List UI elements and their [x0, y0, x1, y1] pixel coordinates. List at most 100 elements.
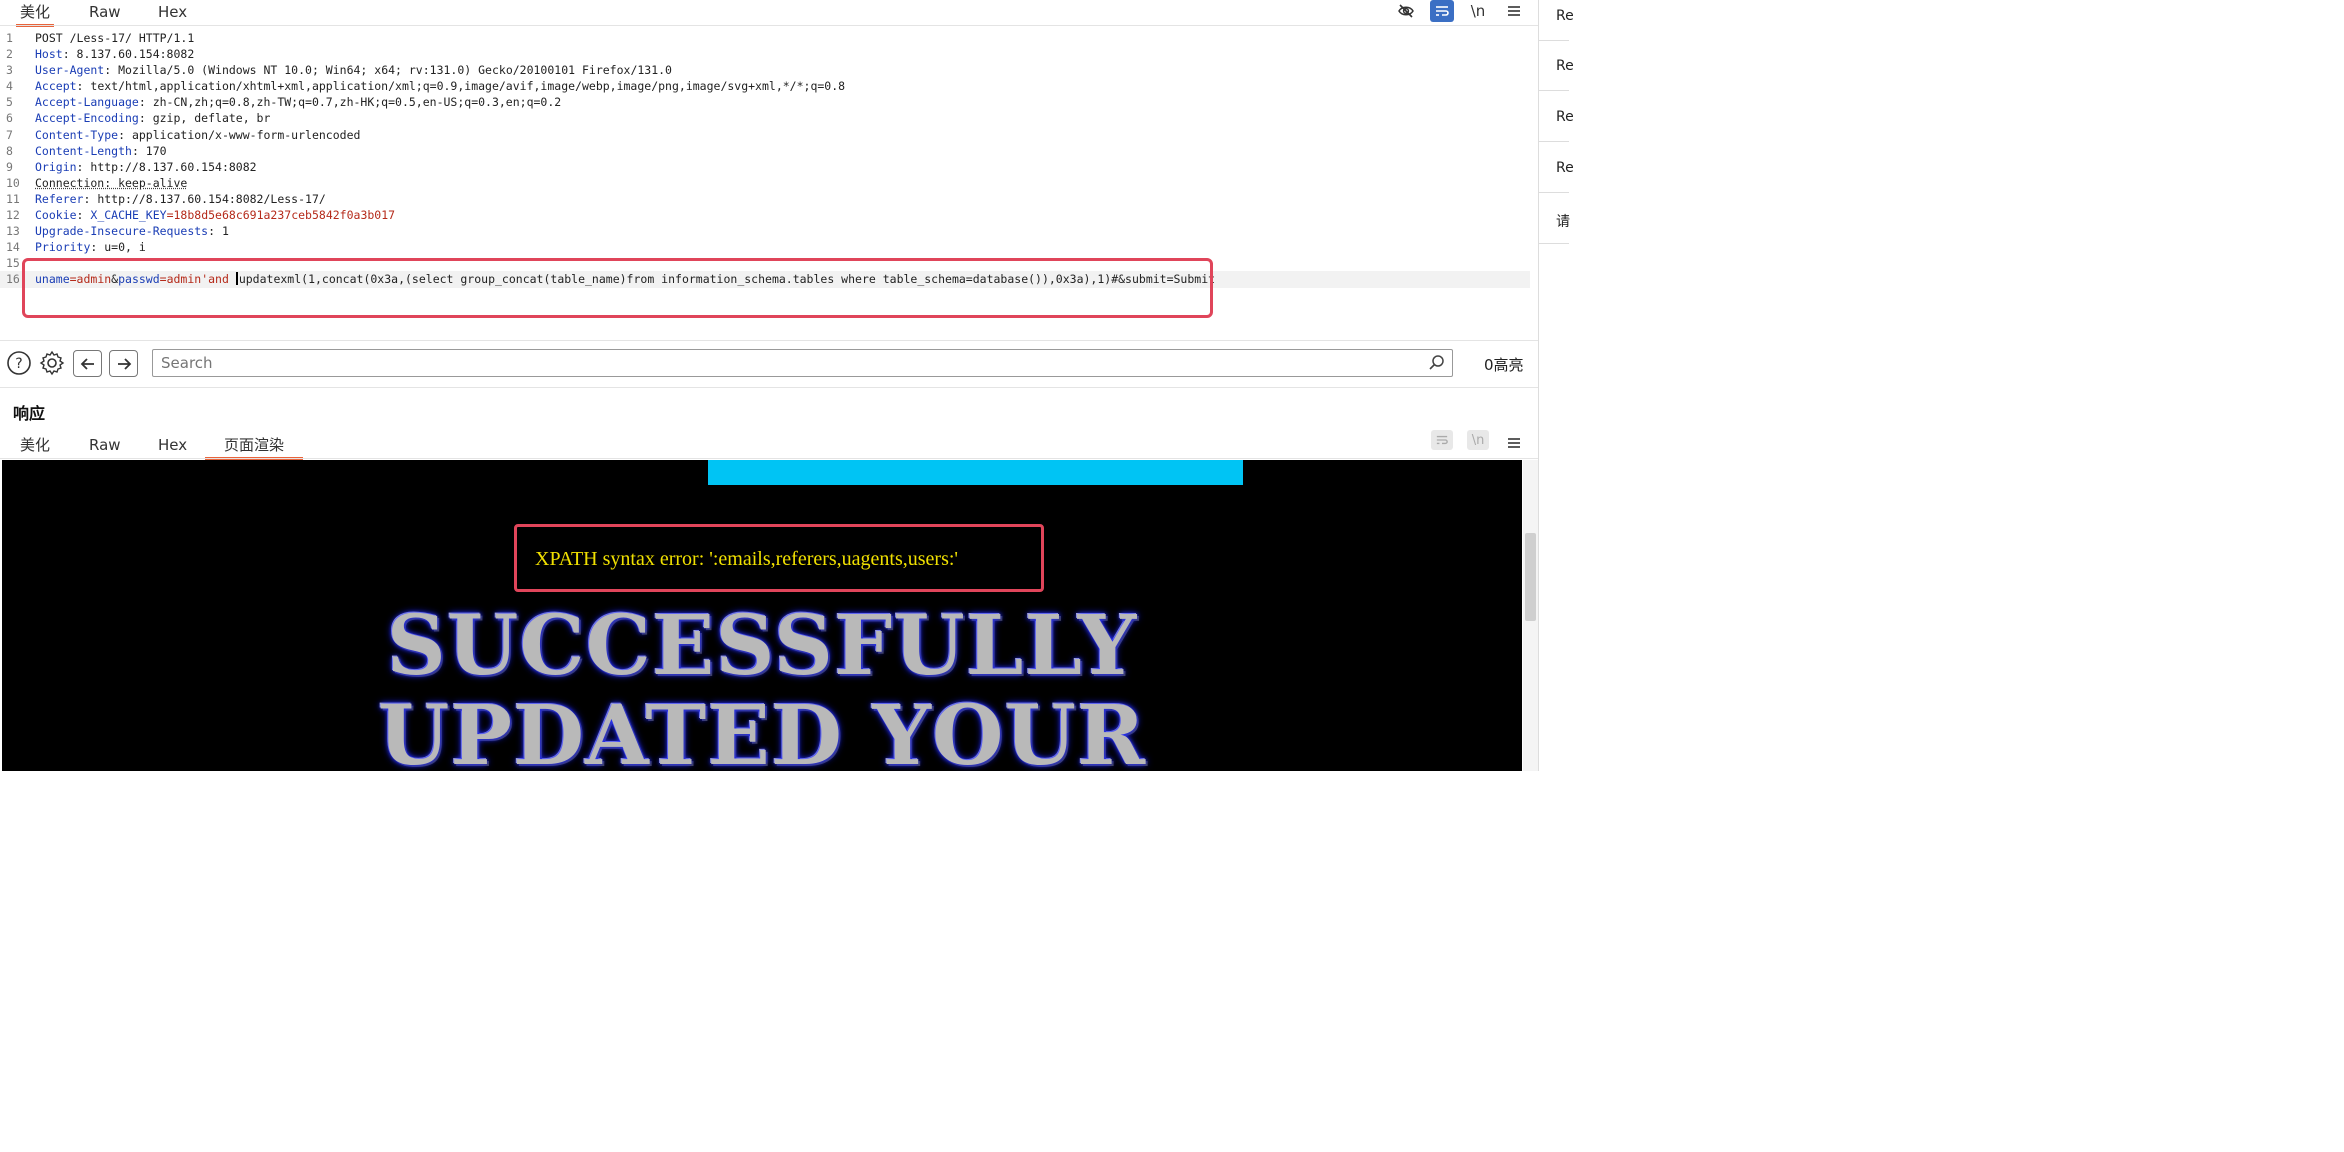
line-number: 14: [6, 240, 20, 255]
highlight-count: 0高亮: [1484, 356, 1524, 374]
header-key: Host: [35, 47, 63, 62]
header-key: Cookie: [35, 208, 77, 223]
header-value: : 1: [208, 224, 229, 239]
help-icon[interactable]: ?: [5, 349, 33, 377]
header-line: Connection: keep-alive: [35, 175, 188, 190]
menu-icon[interactable]: [1502, 432, 1526, 454]
header-value: : 8.137.60.154:8082: [62, 47, 195, 62]
wrap-icon[interactable]: [1431, 430, 1453, 450]
wrap-icon[interactable]: [1430, 0, 1454, 22]
cookie-value: =18b8d5e68c691a237ceb5842f0a3b017: [166, 208, 396, 223]
menu-icon[interactable]: [1502, 0, 1526, 22]
side-panel: Re Re Re Re 请: [1538, 0, 1574, 771]
side-panel-item[interactable]: 请: [1556, 211, 1570, 231]
payload-highlight-box: [22, 258, 1213, 318]
back-button[interactable]: [73, 350, 102, 377]
response-tabs: 美化 Raw Hex 页面渲染: [0, 433, 1538, 460]
line-number: 4: [6, 79, 13, 94]
line-number: 15: [6, 256, 20, 271]
header-value: : zh-CN,zh;q=0.8,zh-TW;q=0.7,zh-HK;q=0.5…: [138, 95, 562, 110]
divider: [1539, 192, 1569, 193]
banner-line-2: UPDATED YOUR: [377, 688, 1147, 771]
line-number: 11: [6, 191, 20, 206]
tab-hex[interactable]: Hex: [154, 433, 191, 457]
line-number: 12: [6, 208, 20, 223]
header-value: : application/x-www-form-urlencoded: [118, 127, 361, 142]
search-icon[interactable]: [1428, 354, 1446, 372]
side-panel-item[interactable]: Re: [1556, 58, 1574, 74]
line-number: 13: [6, 224, 20, 239]
code-line: 10 Connection: keep-alive: [0, 175, 1530, 191]
search-bar: ? 0高亮: [0, 340, 1538, 388]
tab-divider: [0, 458, 1538, 459]
search-input[interactable]: [152, 349, 1453, 377]
header-key: Upgrade-Insecure-Requests: [35, 224, 209, 239]
header-value: : 170: [131, 143, 167, 158]
line-number: 8: [6, 143, 13, 158]
divider: [1539, 243, 1569, 244]
newline-icon[interactable]: \n: [1466, 0, 1490, 22]
line-number: 10: [6, 175, 20, 190]
header-key: User-Agent: [35, 63, 105, 78]
tab-render[interactable]: 页面渲染: [205, 433, 303, 460]
header-key: Content-Type: [35, 127, 119, 142]
tab-hex[interactable]: Hex: [154, 0, 191, 24]
code-line: 7 Content-Type: application/x-www-form-ur…: [0, 127, 1530, 143]
header-value: :: [76, 208, 91, 223]
forward-button[interactable]: [109, 350, 138, 377]
response-title: 响应: [13, 404, 46, 423]
header-value: : u=0, i: [90, 240, 146, 255]
code-line: 14 Priority: u=0, i: [0, 239, 1530, 255]
line-number: 3: [6, 63, 13, 78]
gear-icon[interactable]: [38, 349, 66, 377]
line-number: 16: [6, 272, 20, 287]
request-pane: 美化 Raw Hex \n 1 POST /Less-17/ HTTP/1.1 2…: [0, 0, 1538, 340]
code-line: 6 Accept-Encoding: gzip, deflate, br: [0, 110, 1530, 126]
newline-icon[interactable]: \n: [1467, 430, 1489, 450]
header-value: : Mozilla/5.0 (Windows NT 10.0; Win64; x…: [104, 63, 672, 78]
line-number: 5: [6, 95, 13, 110]
header-key: Origin: [35, 159, 77, 174]
banner-line-1: SUCCESSFULLY: [386, 598, 1138, 694]
code-line: 9 Origin: http://8.137.60.154:8082: [0, 159, 1530, 175]
code-line: 8 Content-Length: 170: [0, 143, 1530, 159]
header-key: Priority: [35, 240, 91, 255]
cookie-name: X_CACHE_KEY: [90, 208, 167, 223]
request-line: POST /Less-17/ HTTP/1.1: [35, 31, 195, 45]
code-line: 3 User-Agent: Mozilla/5.0 (Windows NT 10.…: [0, 62, 1530, 78]
eye-off-icon[interactable]: [1394, 0, 1418, 22]
header-key: Accept-Encoding: [35, 111, 139, 126]
line-number: 9: [6, 159, 13, 174]
code-line: 12 Cookie: X_CACHE_KEY=18b8d5e68c691a237c…: [0, 207, 1530, 223]
header-value: : text/html,application/xhtml+xml,applic…: [76, 79, 846, 94]
divider: [1539, 40, 1569, 41]
line-number: 2: [6, 47, 13, 62]
header-value: : http://8.137.60.154:8082/Less-17/: [83, 191, 326, 206]
scrollbar-thumb[interactable]: [1525, 533, 1536, 621]
request-editor[interactable]: 1 POST /Less-17/ HTTP/1.1 2 Host: 8.137.60…: [0, 30, 1530, 288]
header-value: : http://8.137.60.154:8082: [76, 159, 257, 174]
line-number: 1: [6, 31, 13, 45]
header-value: : gzip, deflate, br: [138, 111, 271, 126]
code-line: 11 Referer: http://8.137.60.154:8082/Less…: [0, 191, 1530, 207]
rendered-cyan-bar: [708, 460, 1243, 485]
xpath-error-message: XPATH syntax error: ':emails,referers,ua…: [535, 548, 959, 570]
header-key: Accept-Language: [35, 95, 139, 110]
rendered-page: XPATH syntax error: ':emails,referers,ua…: [2, 460, 1522, 771]
tab-raw[interactable]: Raw: [85, 0, 125, 24]
code-line: 2 Host: 8.137.60.154:8082: [0, 46, 1530, 62]
svg-text:?: ?: [15, 356, 22, 372]
header-key: Content-Length: [35, 143, 132, 158]
code-line: 4 Accept: text/html,application/xhtml+xml…: [0, 78, 1530, 94]
divider: [1539, 90, 1569, 91]
tab-divider: [0, 25, 1538, 26]
side-panel-item[interactable]: Re: [1556, 109, 1574, 125]
code-line: 1 POST /Less-17/ HTTP/1.1: [0, 30, 1530, 46]
side-panel-item[interactable]: Re: [1556, 160, 1574, 176]
request-tabs: 美化 Raw Hex: [0, 0, 1538, 27]
tab-raw[interactable]: Raw: [85, 433, 125, 457]
side-panel-item[interactable]: Re: [1556, 8, 1574, 24]
tab-pretty[interactable]: 美化: [16, 433, 54, 457]
tab-pretty[interactable]: 美化: [16, 0, 55, 27]
line-number: 6: [6, 111, 13, 126]
